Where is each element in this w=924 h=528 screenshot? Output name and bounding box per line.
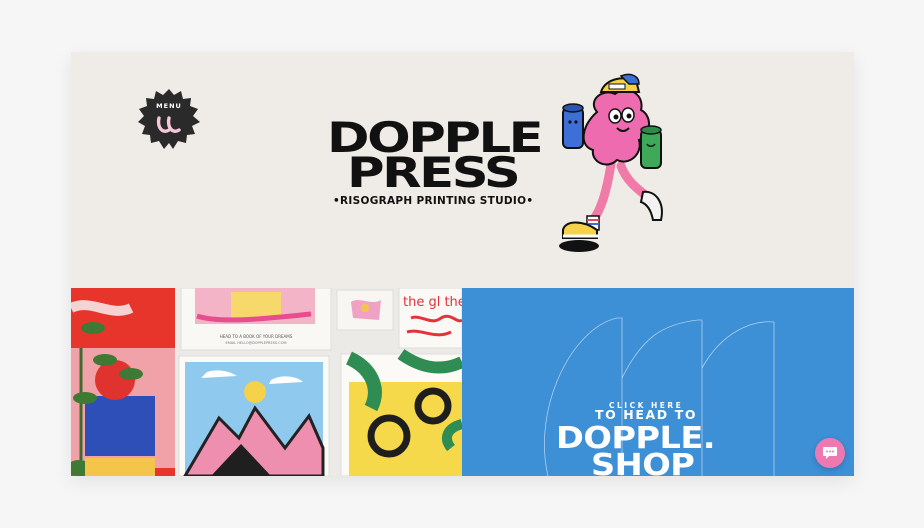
risograph-prints-photo: HEAD TO A BOOK OF YOUR DREAMS EMAIL HELL…	[71, 288, 462, 476]
poster-top-subtext: EMAIL HELLO@DOPPLEPRESS.COM	[226, 341, 287, 345]
shop-promo-tile[interactable]: CLICK HERE TO HEAD TO DOPPLE. SHOP	[462, 288, 854, 476]
chat-button[interactable]	[815, 438, 845, 468]
shop-link-line2[interactable]: SHOP	[591, 451, 695, 477]
poster-right-text: the gl the sm the ci	[403, 295, 462, 310]
cta-head-to[interactable]: TO HEAD TO	[595, 407, 697, 422]
studio-gallery-image[interactable]: HEAD TO A BOOK OF YOUR DREAMS EMAIL HELL…	[71, 288, 462, 476]
menu-button[interactable]: MENU	[137, 88, 201, 152]
brand-tagline: •RISOGRAPH PRINTING STUDIO•	[333, 195, 534, 207]
site-header: MENU DOPPLE PRESS •RISOGRAPH PRINTING ST…	[71, 52, 854, 288]
brand-wordmark-line2[interactable]: PRESS	[347, 152, 521, 194]
chat-bubble-icon	[823, 447, 837, 459]
menu-label: MENU	[156, 102, 182, 110]
mascot-illustration	[559, 73, 663, 252]
poster-top-text: HEAD TO A BOOK OF YOUR DREAMS	[220, 334, 293, 339]
page-canvas: MENU DOPPLE PRESS •RISOGRAPH PRINTING ST…	[71, 52, 854, 476]
